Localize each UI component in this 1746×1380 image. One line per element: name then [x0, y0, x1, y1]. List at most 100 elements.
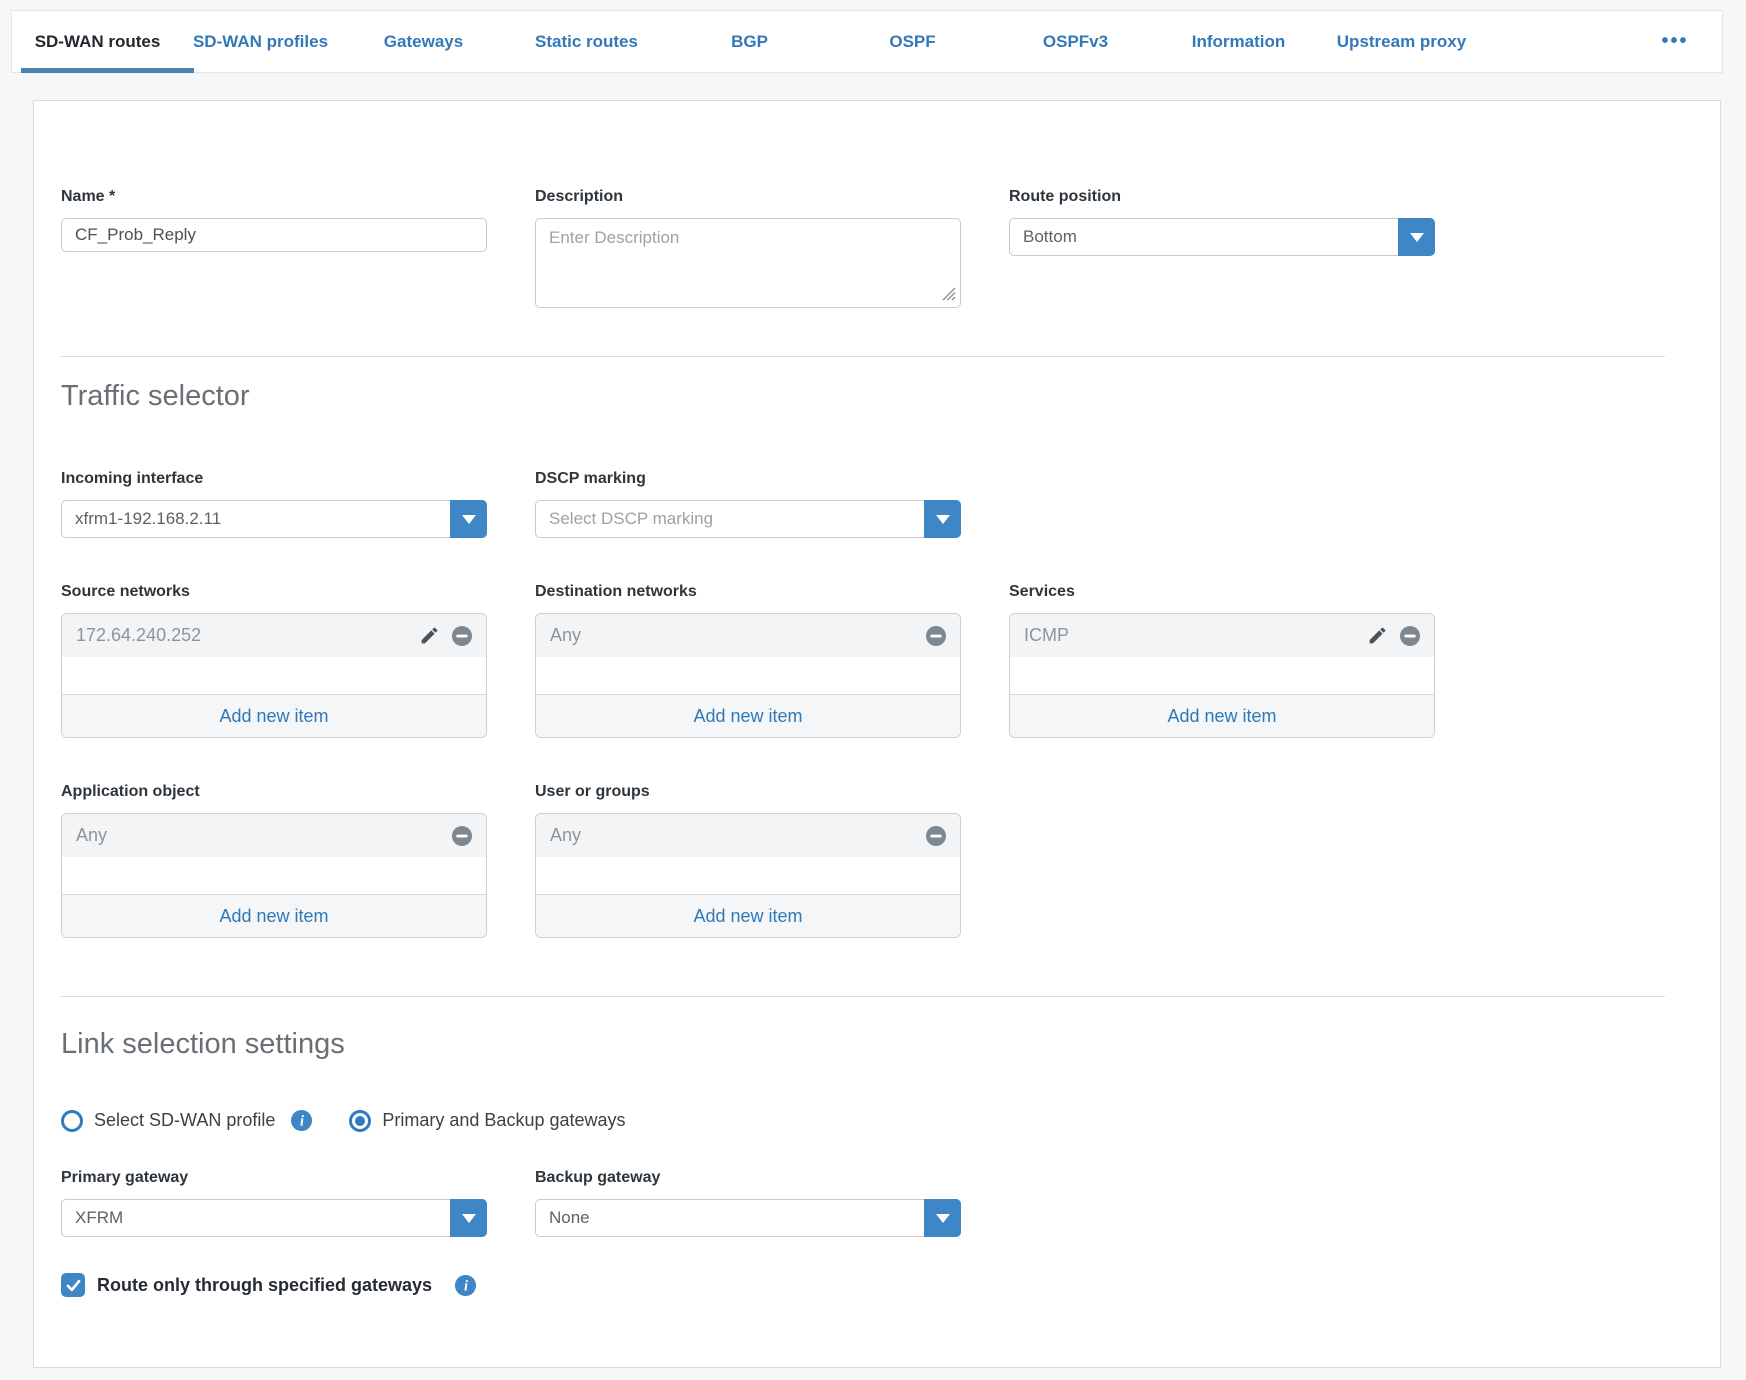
radio-icon-selected[interactable] [349, 1110, 371, 1132]
info-icon[interactable]: i [290, 1109, 313, 1132]
user-or-groups-add-button[interactable]: Add new item [536, 894, 960, 937]
interface-dscp-row: Incoming interface xfrm1-192.168.2.11 DS… [61, 469, 1665, 538]
incoming-interface-label: Incoming interface [61, 469, 487, 488]
dropdown-arrow-button[interactable] [450, 1199, 487, 1237]
more-tabs-button[interactable]: ••• [1632, 11, 1718, 72]
list-item-value: Any [550, 825, 924, 846]
add-new-item-label: Add new item [219, 706, 328, 727]
list-item-actions [419, 624, 474, 648]
svg-text:i: i [300, 1113, 304, 1129]
name-input[interactable] [61, 218, 487, 252]
source-networks-list: 172.64.240.252 Add new item [61, 613, 487, 738]
tab-ospfv3[interactable]: OSPFv3 [994, 11, 1157, 72]
remove-icon[interactable] [1398, 624, 1422, 648]
destination-networks-add-button[interactable]: Add new item [536, 694, 960, 737]
radio-primary-backup-gateways[interactable]: Primary and Backup gateways [349, 1110, 625, 1132]
dscp-marking-label: DSCP marking [535, 469, 961, 488]
tab-gateways[interactable]: Gateways [342, 11, 505, 72]
route-only-checkbox[interactable] [61, 1273, 85, 1297]
primary-gateway-label: Primary gateway [61, 1168, 487, 1187]
user-or-groups-label: User or groups [535, 782, 961, 801]
list-item-value: 172.64.240.252 [76, 625, 419, 646]
services-group: Services ICMP Ad [1009, 582, 1435, 738]
source-networks-group: Source networks 172.64.240.252 [61, 582, 487, 738]
description-textarea[interactable] [535, 218, 961, 308]
destination-networks-list: Any Add new item [535, 613, 961, 738]
name-field-group: Name * [61, 187, 487, 308]
list-item-value: ICMP [1024, 625, 1367, 646]
tab-ospf[interactable]: OSPF [831, 11, 994, 72]
resize-handle-icon[interactable] [941, 286, 957, 302]
add-new-item-label: Add new item [693, 706, 802, 727]
tab-label: Upstream proxy [1337, 32, 1466, 52]
dscp-marking-select[interactable]: Select DSCP marking [535, 500, 961, 538]
description-field-group: Description [535, 187, 961, 308]
remove-icon[interactable] [924, 624, 948, 648]
add-new-item-label: Add new item [219, 906, 328, 927]
radio-icon[interactable] [61, 1110, 83, 1132]
info-icon[interactable]: i [454, 1274, 477, 1297]
primary-gateway-select[interactable]: XFRM [61, 1199, 487, 1237]
user-or-groups-group: User or groups Any Add new item [535, 782, 961, 938]
list-spacer [62, 657, 486, 694]
tab-label: SD-WAN profiles [193, 32, 328, 52]
radio-select-sdwan-profile[interactable]: Select SD-WAN profile i [61, 1109, 313, 1132]
primary-gateway-group: Primary gateway XFRM [61, 1168, 487, 1237]
sdwan-route-form-panel: Name * Description Route [33, 100, 1721, 1368]
radio-label: Select SD-WAN profile [94, 1110, 275, 1131]
list-item: ICMP [1010, 614, 1434, 657]
dropdown-arrow-button[interactable] [1398, 218, 1435, 256]
chevron-down-icon [462, 1214, 476, 1223]
tab-label: OSPFv3 [1043, 32, 1108, 52]
backup-gateway-value: None [536, 1208, 924, 1228]
dscp-marking-placeholder: Select DSCP marking [536, 509, 924, 529]
tab-sdwan-profiles[interactable]: SD-WAN profiles [179, 11, 342, 72]
dropdown-arrow-button[interactable] [924, 500, 961, 538]
general-fields-row: Name * Description Route [61, 187, 1665, 308]
source-networks-add-button[interactable]: Add new item [62, 694, 486, 737]
radio-label: Primary and Backup gateways [382, 1110, 625, 1131]
dscp-marking-group: DSCP marking Select DSCP marking [535, 469, 961, 538]
tab-information[interactable]: Information [1157, 11, 1320, 72]
services-label: Services [1009, 582, 1435, 601]
incoming-interface-value: xfrm1-192.168.2.11 [62, 509, 450, 529]
application-object-group: Application object Any Add new item [61, 782, 487, 938]
list-item: Any [62, 814, 486, 857]
edit-icon[interactable] [419, 625, 440, 646]
tab-bgp[interactable]: BGP [668, 11, 831, 72]
primary-gateway-value: XFRM [62, 1208, 450, 1228]
remove-icon[interactable] [450, 824, 474, 848]
list-spacer [536, 857, 960, 894]
application-object-add-button[interactable]: Add new item [62, 894, 486, 937]
route-position-label: Route position [1009, 187, 1435, 206]
route-position-select[interactable]: Bottom [1009, 218, 1435, 256]
services-add-button[interactable]: Add new item [1010, 694, 1434, 737]
incoming-interface-select[interactable]: xfrm1-192.168.2.11 [61, 500, 487, 538]
user-or-groups-list: Any Add new item [535, 813, 961, 938]
tab-static-routes[interactable]: Static routes [505, 11, 668, 72]
services-list: ICMP Add new item [1009, 613, 1435, 738]
dropdown-arrow-button[interactable] [450, 500, 487, 538]
description-label: Description [535, 187, 961, 206]
list-spacer [1010, 657, 1434, 694]
application-object-list: Any Add new item [61, 813, 487, 938]
tab-upstream-proxy[interactable]: Upstream proxy [1320, 11, 1483, 72]
gateway-selects-row: Primary gateway XFRM Backup gateway None [61, 1168, 1665, 1237]
tab-label: Gateways [384, 32, 463, 52]
svg-text:i: i [464, 1278, 468, 1294]
list-spacer [62, 857, 486, 894]
backup-gateway-select[interactable]: None [535, 1199, 961, 1237]
remove-icon[interactable] [924, 824, 948, 848]
chevron-down-icon [936, 515, 950, 524]
list-item-value: Any [76, 825, 450, 846]
list-spacer [536, 657, 960, 694]
chevron-down-icon [462, 515, 476, 524]
destination-networks-group: Destination networks Any Add new item [535, 582, 961, 738]
application-user-row: Application object Any Add new item [61, 782, 1665, 938]
route-position-value: Bottom [1010, 227, 1398, 247]
dropdown-arrow-button[interactable] [924, 1199, 961, 1237]
remove-icon[interactable] [450, 624, 474, 648]
tab-sdwan-routes[interactable]: SD-WAN routes [16, 11, 179, 72]
list-item-actions [924, 624, 948, 648]
edit-icon[interactable] [1367, 625, 1388, 646]
